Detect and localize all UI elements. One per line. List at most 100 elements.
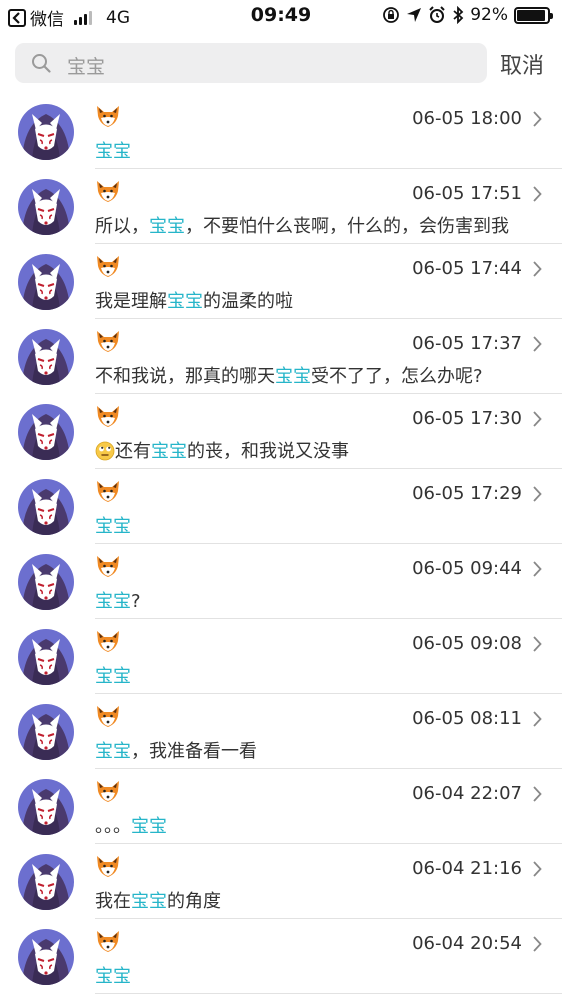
avatar	[18, 179, 74, 235]
keyword-highlight: 宝宝	[131, 816, 167, 837]
row-divider	[95, 993, 562, 994]
chevron-right-icon	[533, 336, 542, 352]
message-snippet: 不和我说，那真的哪天宝宝受不了了，怎么办呢?	[95, 362, 545, 388]
message-snippet: 还有宝宝的丧，和我说又没事	[95, 437, 545, 463]
orientation-lock-icon	[383, 7, 400, 23]
message-time: 06-05 18:00	[412, 108, 522, 129]
list-item[interactable]: 06-05 09:08 宝宝	[0, 619, 562, 694]
fox-emoji-icon	[97, 556, 119, 577]
snippet-text: ?	[131, 591, 141, 612]
message-time: 06-05 17:51	[412, 183, 522, 204]
snippet-text: 受不了了，怎么办呢?	[311, 366, 483, 387]
message-snippet: 宝宝，我准备看一看	[95, 737, 545, 763]
snippet-text: 所以，	[95, 216, 149, 237]
snippet-text: 的丧，和我说又没事	[187, 441, 349, 462]
message-time: 06-04 22:07	[412, 783, 522, 804]
avatar	[18, 554, 74, 610]
keyword-highlight: 宝宝	[167, 291, 203, 312]
avatar	[18, 629, 74, 685]
fox-emoji-icon	[97, 256, 119, 277]
message-time: 06-04 20:54	[412, 933, 522, 954]
keyword-highlight: 宝宝	[95, 516, 131, 537]
message-time: 06-05 17:30	[412, 408, 522, 429]
list-item[interactable]: 06-04 21:16 我在宝宝的角度	[0, 844, 562, 919]
message-snippet: 宝宝	[95, 962, 545, 988]
keyword-highlight: 宝宝	[95, 741, 131, 762]
avatar	[18, 254, 74, 310]
message-snippet: 我在宝宝的角度	[95, 887, 545, 913]
snippet-text: ，不要怕什么丧啊，什么的，会伤害到我	[185, 216, 509, 237]
list-item[interactable]: 06-05 17:51 所以，宝宝，不要怕什么丧啊，什么的，会伤害到我	[0, 169, 562, 244]
chevron-right-icon	[533, 111, 542, 127]
fox-emoji-icon	[97, 406, 119, 427]
snippet-text: 我在	[95, 891, 131, 912]
fox-emoji-icon	[97, 106, 119, 127]
avatar	[18, 404, 74, 460]
chevron-right-icon	[533, 561, 542, 577]
snippet-text: 。。。	[95, 816, 131, 837]
snippet-text: 我是理解	[95, 291, 167, 312]
fox-emoji-icon	[97, 781, 119, 802]
keyword-highlight: 宝宝	[95, 966, 131, 987]
fox-emoji-icon	[97, 181, 119, 202]
message-snippet: 宝宝	[95, 662, 545, 688]
fox-emoji-icon	[97, 331, 119, 352]
chevron-right-icon	[533, 261, 542, 277]
fox-emoji-icon	[97, 481, 119, 502]
status-bar: 微信 4G 09:49 92%	[0, 0, 562, 32]
message-snippet: 。。。宝宝	[95, 812, 545, 838]
search-icon	[32, 54, 51, 73]
battery-icon	[514, 6, 553, 24]
chevron-right-icon	[533, 486, 542, 502]
message-time: 06-05 09:44	[412, 558, 522, 579]
keyword-highlight: 宝宝	[275, 366, 311, 387]
fox-emoji-icon	[97, 931, 119, 952]
list-item[interactable]: 06-05 08:11 宝宝，我准备看一看	[0, 694, 562, 769]
avatar	[18, 779, 74, 835]
avatar	[18, 104, 74, 160]
list-item[interactable]: 06-05 09:44 宝宝?	[0, 544, 562, 619]
bluetooth-icon	[453, 6, 464, 24]
eye-roll-emoji-icon	[95, 441, 115, 461]
battery-percent: 92%	[470, 5, 508, 25]
list-item[interactable]: 06-05 17:37 不和我说，那真的哪天宝宝受不了了，怎么办呢?	[0, 319, 562, 394]
keyword-highlight: 宝宝	[95, 141, 131, 162]
status-right: 92%	[382, 5, 553, 25]
snippet-text: 还有	[115, 441, 151, 462]
alarm-icon	[429, 6, 445, 23]
list-item[interactable]: 06-05 17:30 还有宝宝的丧，和我说又没事	[0, 394, 562, 469]
chevron-right-icon	[533, 636, 542, 652]
search-input[interactable]: 宝宝	[15, 43, 487, 83]
keyword-highlight: 宝宝	[149, 216, 185, 237]
message-time: 06-05 17:37	[412, 333, 522, 354]
avatar	[18, 854, 74, 910]
fox-emoji-icon	[97, 706, 119, 727]
list-item[interactable]: 06-04 22:07 。。。宝宝	[0, 769, 562, 844]
keyword-highlight: 宝宝	[95, 591, 131, 612]
message-time: 06-04 21:16	[412, 858, 522, 879]
list-item[interactable]: 06-05 18:00 宝宝	[0, 94, 562, 169]
result-list: 06-05 18:00 宝宝 06-05 17:51 所以，宝宝，不要怕什么丧啊…	[0, 94, 562, 994]
fox-emoji-icon	[97, 631, 119, 652]
avatar	[18, 329, 74, 385]
list-item[interactable]: 06-04 20:54 宝宝	[0, 919, 562, 994]
message-time: 06-05 08:11	[412, 708, 522, 729]
search-query[interactable]: 宝宝	[67, 52, 105, 79]
message-snippet: 所以，宝宝，不要怕什么丧啊，什么的，会伤害到我	[95, 212, 545, 238]
message-time: 06-05 09:08	[412, 633, 522, 654]
chevron-right-icon	[533, 861, 542, 877]
message-snippet: 宝宝?	[95, 587, 545, 613]
keyword-highlight: 宝宝	[131, 891, 167, 912]
message-snippet: 我是理解宝宝的温柔的啦	[95, 287, 545, 313]
snippet-text: 不和我说，那真的哪天	[95, 366, 275, 387]
avatar	[18, 704, 74, 760]
snippet-text: 的温柔的啦	[203, 291, 293, 312]
chevron-right-icon	[533, 936, 542, 952]
chevron-right-icon	[533, 411, 542, 427]
list-item[interactable]: 06-05 17:29 宝宝	[0, 469, 562, 544]
chevron-right-icon	[533, 711, 542, 727]
cancel-button[interactable]: 取消	[500, 48, 544, 80]
avatar	[18, 479, 74, 535]
list-item[interactable]: 06-05 17:44 我是理解宝宝的温柔的啦	[0, 244, 562, 319]
chevron-right-icon	[533, 186, 542, 202]
